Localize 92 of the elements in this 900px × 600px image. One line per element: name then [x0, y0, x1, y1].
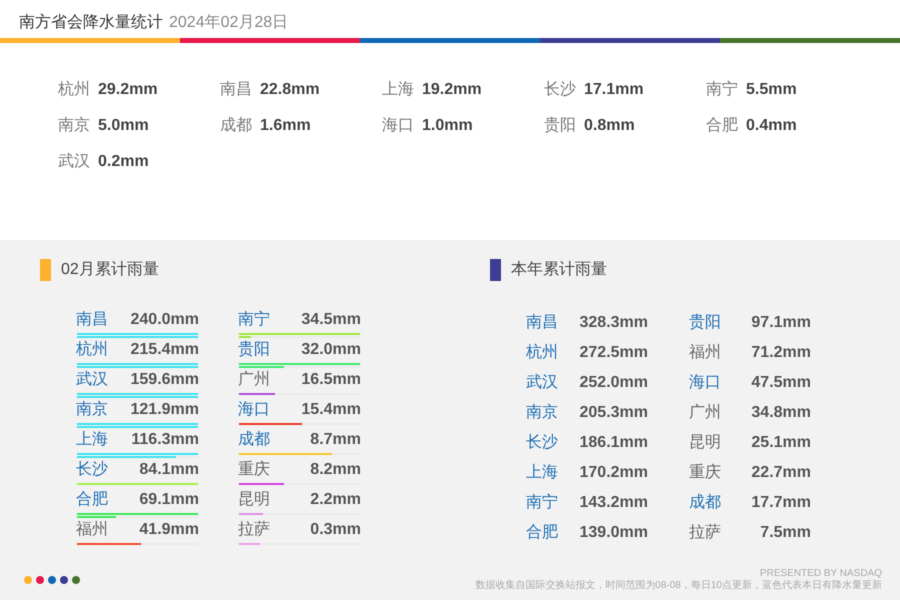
city-name: 长沙: [544, 80, 576, 100]
city-name: 拉萨: [689, 522, 721, 543]
city-name: 南京: [526, 402, 558, 423]
rainfall-value: 272.5mm: [580, 343, 648, 363]
city-name: 昆明: [689, 433, 721, 453]
city-name: 重庆: [238, 460, 270, 480]
rainfall-value: 25.1mm: [751, 433, 811, 453]
rainfall-value: 71.2mm: [751, 343, 811, 363]
city-name: 成都: [689, 492, 721, 513]
city-name: 南宁: [526, 492, 558, 513]
city-name: 重庆: [689, 462, 721, 483]
city-name: 南昌: [220, 80, 252, 100]
rainfall-value: 121.9mm: [130, 400, 199, 420]
section-title: 本年累计雨量: [511, 260, 607, 280]
city-name: 南京: [76, 400, 108, 420]
city-name: 广州: [689, 402, 721, 423]
rainfall-value: 143.2mm: [580, 493, 648, 513]
rainfall-value: 5.0mm: [98, 116, 149, 136]
city-name: 南宁: [238, 310, 270, 330]
city-name: 上海: [526, 462, 558, 483]
city-name: 武汉: [58, 152, 90, 172]
city-name: 杭州: [58, 80, 90, 100]
rainfall-value: 32.0mm: [301, 340, 361, 360]
rainfall-value: 84.1mm: [139, 460, 199, 480]
city-name: 海口: [382, 116, 414, 136]
rainfall-value: 15.4mm: [301, 400, 361, 420]
city-name: 杭州: [526, 342, 558, 363]
rainfall-value: 0.4mm: [746, 116, 797, 136]
rainfall-value: 205.3mm: [580, 403, 648, 423]
city-name: 南昌: [526, 312, 558, 333]
city-name: 杭州: [76, 340, 108, 360]
city-name: 长沙: [526, 432, 558, 453]
rainfall-value: 22.8mm: [260, 80, 320, 100]
rainfall-value: 240.0mm: [130, 310, 199, 330]
city-name: 海口: [689, 373, 721, 393]
rainfall-value: 97.1mm: [751, 313, 811, 333]
rainfall-value: 69.1mm: [139, 490, 199, 510]
rainfall-value: 34.5mm: [301, 310, 361, 330]
city-name: 福州: [76, 520, 108, 540]
rainfall-value: 1.0mm: [422, 116, 473, 136]
credit-text: PRESENTED BY NASDAQ: [760, 568, 882, 580]
city-name: 合肥: [76, 490, 108, 510]
rainfall-value: 1.6mm: [260, 116, 311, 136]
rainfall-value: 8.7mm: [310, 430, 361, 450]
footnote-text: 数据收集自国际交换站报文，时间范围为08-08，每日10点更新，蓝色代表本日有降水量更新: [475, 580, 882, 592]
city-name: 贵阳: [544, 116, 576, 136]
rainfall-value: 328.3mm: [580, 313, 648, 333]
rainfall-value: 17.1mm: [584, 80, 644, 100]
rainfall-value: 215.4mm: [130, 340, 199, 360]
rainfall-value: 5.5mm: [746, 80, 797, 100]
city-name: 合肥: [706, 116, 738, 136]
city-name: 武汉: [526, 372, 558, 393]
city-name: 合肥: [526, 523, 558, 543]
city-name: 贵阳: [689, 312, 721, 333]
city-name: 南宁: [706, 80, 738, 100]
section-title: 02月累计雨量: [61, 260, 159, 280]
city-name: 拉萨: [238, 520, 270, 540]
city-name: 上海: [382, 80, 414, 100]
rainfall-value: 16.5mm: [301, 370, 361, 390]
city-name: 南昌: [76, 310, 108, 330]
rainfall-value: 22.7mm: [751, 463, 811, 483]
rainfall-value: 34.8mm: [751, 403, 811, 423]
rainfall-value: 252.0mm: [580, 373, 648, 393]
city-name: 成都: [238, 430, 270, 450]
rainfall-value: 159.6mm: [130, 370, 199, 390]
page-title: 南方省会降水量统计: [19, 12, 163, 33]
city-name: 贵阳: [238, 340, 270, 360]
city-name: 南京: [58, 116, 90, 136]
page-date: 2024年02月28日: [169, 13, 288, 33]
rainfall-value: 19.2mm: [422, 80, 482, 100]
rainfall-value: 0.3mm: [310, 520, 361, 540]
rainfall-value: 116.3mm: [131, 430, 199, 450]
city-name: 武汉: [76, 370, 108, 390]
rainfall-value: 2.2mm: [310, 490, 361, 510]
city-name: 成都: [220, 116, 252, 136]
rainfall-value: 170.2mm: [580, 463, 648, 483]
rainfall-value: 8.2mm: [310, 460, 361, 480]
city-name: 福州: [689, 342, 721, 363]
rainfall-value: 47.5mm: [751, 373, 811, 393]
rainfall-value: 0.8mm: [584, 116, 635, 136]
rainfall-value: 41.9mm: [139, 520, 199, 540]
rainfall-value: 0.2mm: [98, 152, 149, 172]
rainfall-value: 29.2mm: [98, 80, 158, 100]
city-name: 广州: [238, 370, 270, 390]
city-name: 长沙: [76, 460, 108, 480]
rainfall-value: 139.0mm: [580, 523, 648, 543]
rainfall-value: 17.7mm: [751, 493, 811, 513]
city-name: 上海: [76, 430, 108, 450]
rainfall-value: 186.1mm: [580, 433, 648, 453]
city-name: 昆明: [238, 490, 270, 510]
city-name: 海口: [238, 400, 270, 420]
rainfall-value: 7.5mm: [760, 523, 811, 543]
